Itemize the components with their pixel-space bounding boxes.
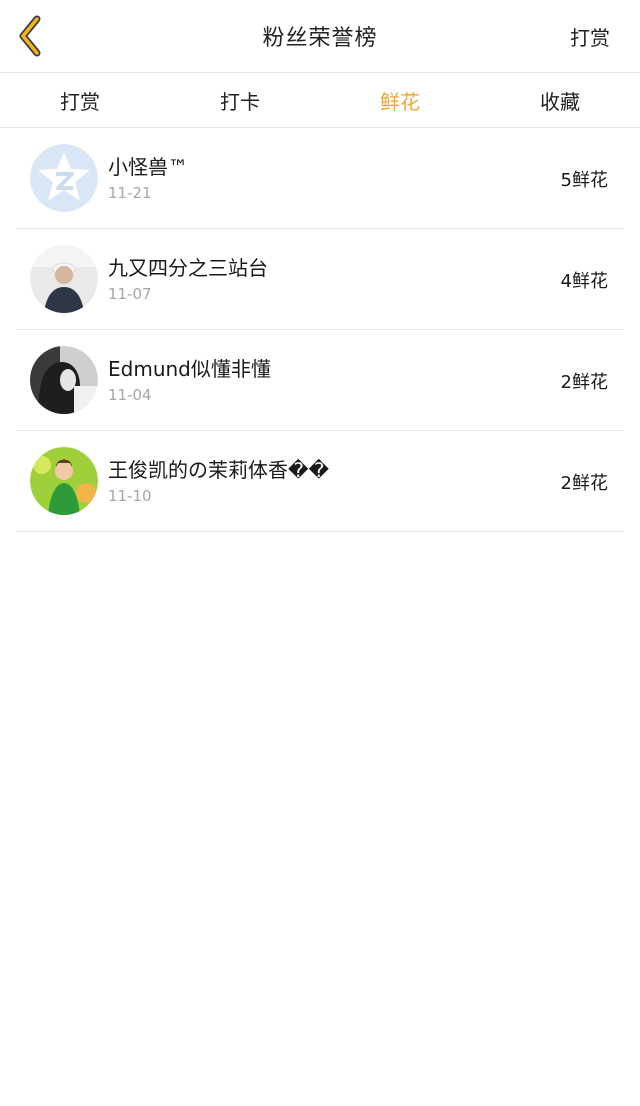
date-label: 11-07 xyxy=(108,285,152,303)
avatar xyxy=(30,447,98,515)
page-title: 粉丝荣誉榜 xyxy=(262,26,378,51)
user-name: Edmund似懂非懂 xyxy=(108,357,271,381)
user-name: 九又四分之三站台 xyxy=(108,256,268,280)
list-item[interactable]: Edmund似懂非懂 11-04 2鲜花 xyxy=(16,330,624,431)
qq-logo-icon xyxy=(30,144,98,212)
chevron-left-icon xyxy=(19,15,41,57)
tab-favorites[interactable]: 收藏 xyxy=(480,86,640,115)
flower-count: 4鲜花 xyxy=(560,271,608,292)
tab-flowers[interactable]: 鲜花 xyxy=(320,86,480,115)
user-photo-icon xyxy=(30,245,98,313)
fan-ranking-list: 小怪兽™ 11-21 5鲜花 九又四分之三站台 11-07 4鲜花 Edmund… xyxy=(0,128,640,532)
flower-count: 2鲜花 xyxy=(560,372,608,393)
user-name: 小怪兽™ xyxy=(108,155,188,179)
user-info: Edmund似懂非懂 11-04 xyxy=(108,356,624,404)
tab-reward[interactable]: 打赏 xyxy=(0,86,160,115)
user-info: 小怪兽™ 11-21 xyxy=(108,154,624,202)
list-item[interactable]: 小怪兽™ 11-21 5鲜花 xyxy=(16,128,624,229)
user-info: 九又四分之三站台 11-07 xyxy=(108,255,624,303)
user-name: 王俊凯的の茉莉体香�� xyxy=(108,458,330,482)
tab-checkin[interactable]: 打卡 xyxy=(160,86,320,115)
avatar xyxy=(30,144,98,212)
user-photo-icon xyxy=(30,447,98,515)
user-info: 王俊凯的の茉莉体香�� 11-10 xyxy=(108,457,624,505)
date-label: 11-21 xyxy=(108,184,152,202)
date-label: 11-04 xyxy=(108,386,152,404)
reward-button[interactable]: 打赏 xyxy=(570,22,610,51)
avatar xyxy=(30,245,98,313)
date-label: 11-10 xyxy=(108,487,152,505)
tab-bar: 打赏 打卡 鲜花 收藏 xyxy=(0,73,640,128)
list-item[interactable]: 王俊凯的の茉莉体香�� 11-10 2鲜花 xyxy=(16,431,624,532)
avatar xyxy=(30,346,98,414)
flower-count: 2鲜花 xyxy=(560,473,608,494)
flower-count: 5鲜花 xyxy=(560,170,608,191)
top-navigation-bar: 粉丝荣誉榜 打赏 xyxy=(0,0,640,73)
list-item[interactable]: 九又四分之三站台 11-07 4鲜花 xyxy=(16,229,624,330)
user-photo-icon xyxy=(30,346,98,414)
back-button[interactable] xyxy=(10,12,50,60)
